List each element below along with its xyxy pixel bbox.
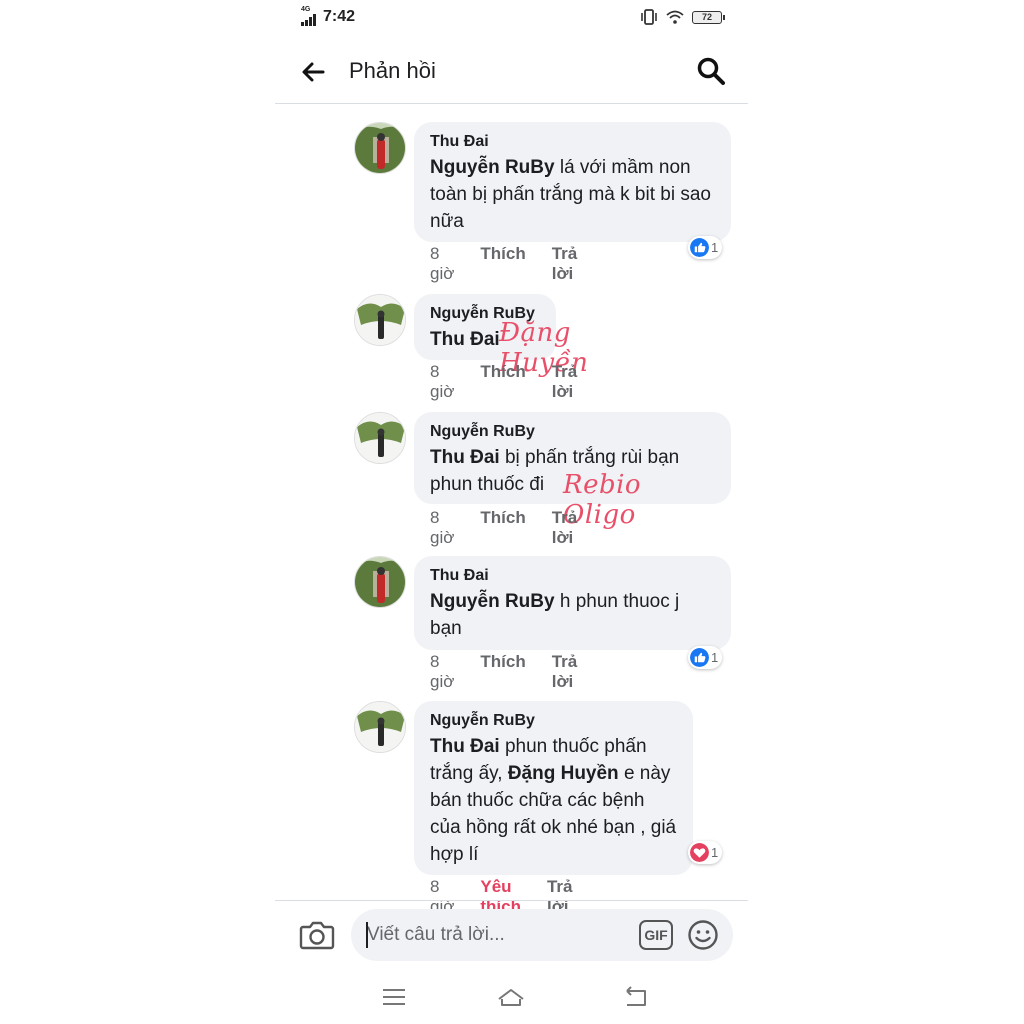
- comment-author[interactable]: Thu Đai: [430, 132, 715, 152]
- reaction-count: 1: [711, 650, 719, 665]
- mention[interactable]: Thu Đai: [430, 736, 500, 757]
- phone-screen: 4G 7:42 72 Phản hồi Thu Đai Nguyễn RuBy …: [275, 0, 748, 1024]
- like-button[interactable]: Thích: [480, 244, 525, 284]
- clock: 7:42: [323, 8, 356, 25]
- reaction-badge[interactable]: 1: [688, 646, 723, 669]
- avatar[interactable]: [354, 122, 406, 174]
- reply-composer: GIF: [275, 900, 748, 972]
- vibrate-icon: [641, 9, 657, 25]
- like-button[interactable]: Thích: [480, 652, 525, 692]
- heart-reaction-icon: [690, 843, 709, 862]
- comment-text: Nguyễn RuBy lá với mầm non toàn bị phấn …: [430, 154, 715, 235]
- avatar[interactable]: [354, 294, 406, 346]
- comment-actions: 8 giờ Thích Trả lời: [430, 508, 577, 548]
- reaction-badge[interactable]: 1: [688, 236, 723, 259]
- system-nav-bar: [275, 975, 748, 1019]
- page-title: Phản hồi: [349, 58, 436, 83]
- comment-time: 8 giờ: [430, 508, 455, 547]
- emoji-icon[interactable]: [687, 919, 719, 951]
- reply-button[interactable]: Trả lời: [552, 362, 578, 402]
- mention[interactable]: Nguyễn RuBy: [430, 591, 555, 612]
- signal-icon: [301, 14, 316, 26]
- reply-button[interactable]: Trả lời: [552, 508, 578, 548]
- text-cursor: [366, 922, 368, 948]
- back-icon[interactable]: [621, 983, 651, 1011]
- comment-bubble: Nguyễn RuBy Thu Đai phun thuốc phấn trắn…: [414, 701, 693, 875]
- search-icon[interactable]: [696, 56, 726, 86]
- mention[interactable]: Nguyễn RuBy: [430, 157, 555, 178]
- battery-indicator: 72: [692, 10, 725, 24]
- back-arrow-icon[interactable]: [299, 58, 327, 86]
- comment-bubble: Thu Đai Nguyễn RuBy lá với mầm non toàn …: [414, 122, 731, 242]
- mention[interactable]: Đặng Huyền: [508, 763, 619, 784]
- comment-actions: 8 giờ Thích Trả lời: [430, 652, 577, 692]
- avatar[interactable]: [354, 556, 406, 608]
- reaction-count: 1: [711, 240, 719, 255]
- comment-bubble: Thu Đai Nguyễn RuBy h phun thuoc j bạn: [414, 556, 731, 650]
- comment-author[interactable]: Nguyễn RuBy: [430, 422, 715, 442]
- comment-time: 8 giờ: [430, 362, 455, 401]
- mention[interactable]: Thu Đai: [430, 329, 500, 350]
- like-button[interactable]: Thích: [480, 362, 525, 402]
- comment-actions: 8 giờ Thích Trả lời: [430, 362, 577, 402]
- comment-text: Nguyễn RuBy h phun thuoc j bạn: [430, 588, 710, 642]
- top-bar: Phản hồi: [275, 40, 748, 104]
- comment-actions: 8 giờ Thích Trả lời: [430, 244, 577, 284]
- status-right: 72: [640, 9, 725, 25]
- camera-icon[interactable]: [299, 919, 335, 951]
- comment-time: 8 giờ: [430, 652, 455, 691]
- reply-button[interactable]: Trả lời: [552, 244, 578, 284]
- comment-time: 8 giờ: [430, 244, 455, 283]
- menu-icon[interactable]: [379, 983, 409, 1011]
- status-left: 4G 7:42: [301, 6, 356, 26]
- comment-author[interactable]: Nguyễn RuBy: [430, 711, 677, 731]
- avatar[interactable]: [354, 412, 406, 464]
- home-icon[interactable]: [496, 983, 526, 1011]
- like-button[interactable]: Thích: [480, 508, 525, 548]
- comment-text: Thu Đai phun thuốc phấn trắng ấy, Đặng H…: [430, 733, 680, 868]
- network-type: 4G: [301, 6, 311, 13]
- reply-input[interactable]: [351, 909, 733, 961]
- wifi-icon: [666, 10, 684, 24]
- reaction-count: 1: [711, 845, 719, 860]
- comment-author[interactable]: Thu Đai: [430, 566, 715, 586]
- like-reaction-icon: [690, 648, 709, 667]
- like-reaction-icon: [690, 238, 709, 257]
- reply-button[interactable]: Trả lời: [552, 652, 578, 692]
- gif-button[interactable]: GIF: [639, 920, 673, 950]
- mention[interactable]: Thu Đai: [430, 447, 500, 468]
- status-bar: 4G 7:42 72: [275, 0, 748, 36]
- reaction-badge[interactable]: 1: [688, 841, 723, 864]
- avatar[interactable]: [354, 701, 406, 753]
